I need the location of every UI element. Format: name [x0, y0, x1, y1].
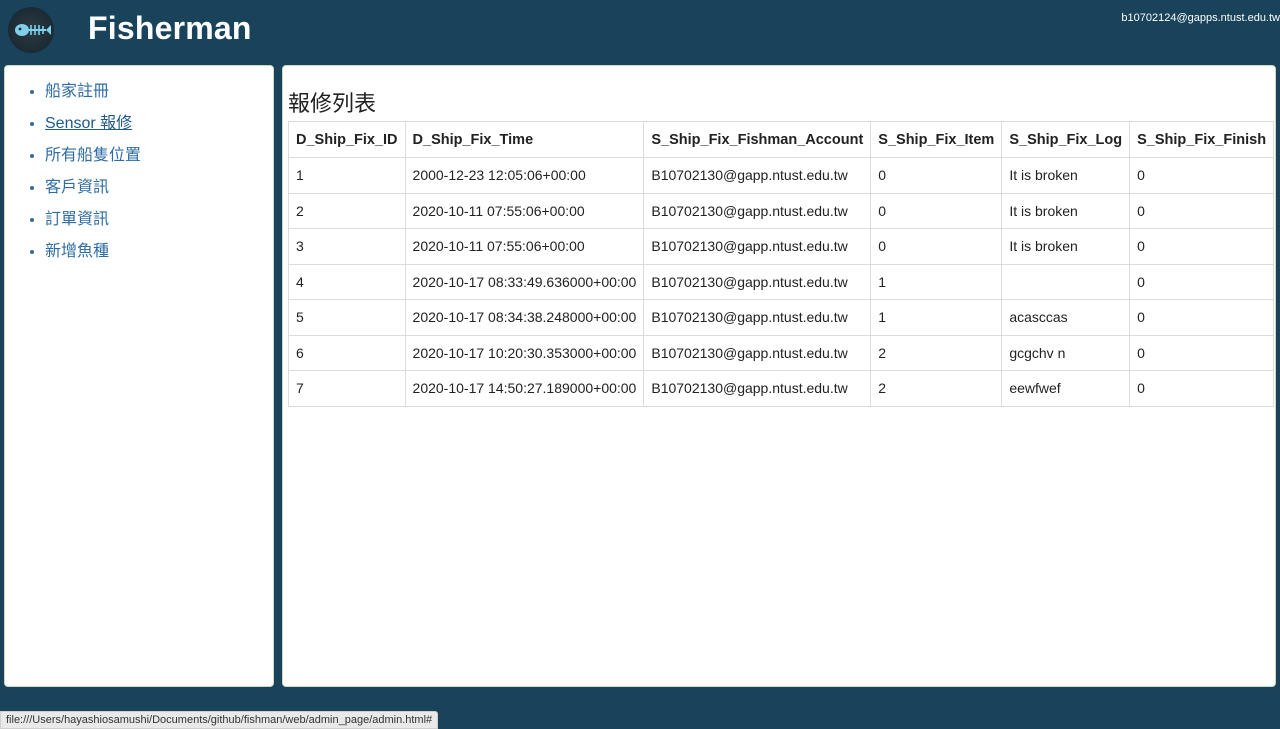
table-cell: 0 — [1129, 299, 1275, 336]
table-cell — [1001, 263, 1131, 300]
table-cell: 2020-10-17 14:50:27.189000+00:00 — [404, 370, 645, 407]
table-row: 3 2020-10-11 07:55:06+00:00 B10702130@gapp… — [288, 228, 1275, 265]
table-cell: It is broken — [1001, 192, 1131, 229]
table-cell: 0 — [1129, 192, 1275, 229]
table-cell: 1 — [870, 299, 1003, 336]
table-row: 5 2020-10-17 08:34:38.248000+00:00 B107021… — [288, 299, 1275, 336]
table-row: 2 2020-10-11 07:55:06+00:00 B10702130@gapp… — [288, 192, 1275, 229]
table-cell: B10702130@gapp.ntust.edu.tw — [643, 263, 872, 300]
sidebar-nav-list: 船家註冊 Sensor 報修所有船隻位置客戶資訊訂單資訊新增魚種 — [5, 66, 273, 268]
sidebar-item-label[interactable]: 新增魚種 — [45, 243, 109, 260]
column-header: D_Ship_Fix_ID — [288, 121, 406, 158]
table-cell: 0 — [1129, 157, 1275, 194]
table-body: 1 2000-12-23 12:05:06+00:00 B10702130@gapp… — [288, 157, 1275, 407]
column-header: S_Ship_Fix_Item — [870, 121, 1003, 158]
table-cell: B10702130@gapp.ntust.edu.tw — [643, 192, 872, 229]
sidebar: 船家註冊 Sensor 報修所有船隻位置客戶資訊訂單資訊新增魚種 — [4, 65, 274, 687]
table-cell: acasccas — [1001, 299, 1131, 336]
table-cell: gcgchv n — [1001, 334, 1131, 371]
sidebar-item-label[interactable]: 所有船隻位置 — [45, 147, 141, 164]
table-cell: It is broken — [1001, 157, 1131, 194]
table-cell: 1 — [870, 263, 1003, 300]
app-title: Fisherman — [88, 10, 252, 46]
table-cell: 1 — [288, 157, 406, 194]
column-header: S_Ship_Fix_Finish — [1129, 121, 1275, 158]
column-header: S_Ship_Fix_Log — [1001, 121, 1131, 158]
sidebar-item-label[interactable]: 船家註冊 — [45, 83, 109, 100]
table-cell: 5 — [288, 299, 406, 336]
column-header: D_Ship_Fix_Time — [404, 121, 645, 158]
header-bar: Fisherman b10702124@gapps.ntust.edu.tw — [0, 0, 1280, 62]
table-row: 7 2020-10-17 14:50:27.189000+00:00 B107021… — [288, 370, 1275, 407]
table-cell: 2 — [870, 370, 1003, 407]
table-row: 4 2020-10-17 08:33:49.636000+00:00 B107021… — [288, 263, 1275, 300]
sidebar-item-label[interactable]: 訂單資訊 — [45, 211, 109, 228]
sidebar-item[interactable]: 所有船隻位置 — [45, 140, 273, 172]
fish-skeleton-icon[interactable] — [8, 7, 54, 53]
sidebar-item[interactable]: 船家註冊 — [45, 76, 273, 108]
table-cell: B10702130@gapp.ntust.edu.tw — [643, 334, 872, 371]
table-cell: 3 — [288, 228, 406, 265]
table-cell: 0 — [1129, 370, 1275, 407]
table-cell: 7 — [288, 370, 406, 407]
table-cell: 0 — [870, 192, 1003, 229]
sidebar-item[interactable]: 新增魚種 — [45, 236, 273, 268]
column-header: S_Ship_Fix_Fishman_Account — [643, 121, 872, 158]
table-row: 6 2020-10-17 10:20:30.353000+00:00 B107021… — [288, 334, 1275, 371]
sidebar-item[interactable]: Sensor 報修 — [45, 108, 273, 140]
table-cell: It is broken — [1001, 228, 1131, 265]
table-cell: 0 — [870, 157, 1003, 194]
table-cell: 2 — [288, 192, 406, 229]
sidebar-item-label[interactable]: Sensor 報修 — [45, 115, 132, 132]
user-email[interactable]: b10702124@gapps.ntust.edu.tw — [1121, 12, 1280, 24]
table-cell: B10702130@gapp.ntust.edu.tw — [643, 299, 872, 336]
table-cell: 0 — [870, 228, 1003, 265]
table-cell: 0 — [1129, 334, 1275, 371]
page-title: 報修列表 — [288, 91, 377, 116]
table-row: 1 2000-12-23 12:05:06+00:00 B10702130@gapp… — [288, 157, 1275, 194]
table-cell: B10702130@gapp.ntust.edu.tw — [643, 228, 872, 265]
sidebar-item[interactable]: 客戶資訊 — [45, 172, 273, 204]
table-cell: 2020-10-11 07:55:06+00:00 — [404, 228, 645, 265]
main-panel: 報修列表 D_Ship_Fix_ID D_Ship_Fix_Time S_Ship_… — [282, 65, 1276, 687]
fix-report-table: D_Ship_Fix_ID D_Ship_Fix_Time S_Ship_Fix_F… — [288, 121, 1275, 407]
table-cell: 2020-10-11 07:55:06+00:00 — [404, 192, 645, 229]
table-cell: 2 — [870, 334, 1003, 371]
table-cell: eewfwef — [1001, 370, 1131, 407]
table-cell: 2020-10-17 08:33:49.636000+00:00 — [404, 263, 645, 300]
table-cell: 2020-10-17 08:34:38.248000+00:00 — [404, 299, 645, 336]
sidebar-item-label[interactable]: 客戶資訊 — [45, 179, 109, 196]
table-cell: 2020-10-17 10:20:30.353000+00:00 — [404, 334, 645, 371]
table-cell: 0 — [1129, 228, 1275, 265]
sidebar-item[interactable]: 訂單資訊 — [45, 204, 273, 236]
table-cell: B10702130@gapp.ntust.edu.tw — [643, 157, 872, 194]
table-cell: 0 — [1129, 263, 1275, 300]
table-cell: 4 — [288, 263, 406, 300]
status-bar-url: file:///Users/hayashiosamushi/Documents/… — [0, 711, 439, 729]
table-cell: B10702130@gapp.ntust.edu.tw — [643, 370, 872, 407]
table-header-row: D_Ship_Fix_ID D_Ship_Fix_Time S_Ship_Fix_F… — [288, 121, 1275, 158]
table-cell: 6 — [288, 334, 406, 371]
table-cell: 2000-12-23 12:05:06+00:00 — [404, 157, 645, 194]
